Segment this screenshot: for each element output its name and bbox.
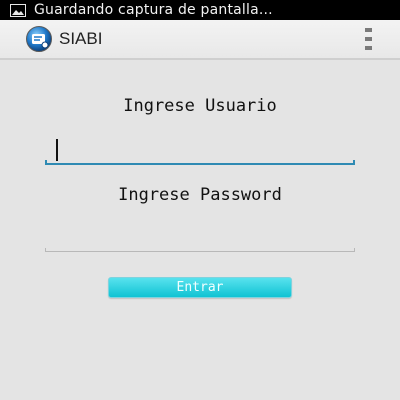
app-title: SIABI xyxy=(59,29,103,48)
text-cursor xyxy=(56,139,58,161)
username-input-underline xyxy=(45,160,355,165)
user-label: Ingrese Usuario xyxy=(123,96,277,116)
menu-dot xyxy=(364,46,372,50)
notification-text: Guardando captura de pantalla... xyxy=(34,2,273,18)
password-input[interactable] xyxy=(45,222,355,250)
menu-dot xyxy=(364,37,372,41)
image-icon xyxy=(10,3,26,17)
password-label: Ingrese Password xyxy=(118,185,282,205)
action-bar: SIABI xyxy=(0,20,400,60)
siabi-logo-icon[interactable] xyxy=(25,25,53,53)
enter-button[interactable]: Entrar xyxy=(108,277,292,298)
status-bar: Guardando captura de pantalla... xyxy=(0,0,400,20)
password-input-underline xyxy=(45,248,355,252)
menu-dot xyxy=(364,28,372,32)
overflow-menu-icon[interactable] xyxy=(362,28,374,50)
username-input[interactable] xyxy=(45,134,355,162)
